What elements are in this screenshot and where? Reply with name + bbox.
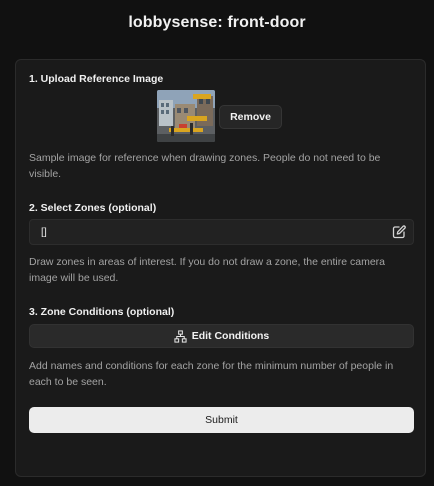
reference-image-thumbnail <box>157 90 215 142</box>
upload-heading: 1. Upload Reference Image <box>29 73 164 85</box>
zones-heading: 2. Select Zones (optional) <box>29 202 157 214</box>
reference-image <box>157 90 215 142</box>
zones-value: [] <box>41 226 47 238</box>
conditions-help-text: Add names and conditions for each zone f… <box>29 360 394 388</box>
edit-conditions-label: Edit Conditions <box>191 330 270 342</box>
app-title: lobbysense: front-door <box>128 14 306 31</box>
conditions-heading: 3. Zone Conditions (optional) <box>29 306 175 318</box>
flow-tree-icon <box>174 329 187 343</box>
pencil-square-icon[interactable] <box>391 224 407 240</box>
edit-conditions-button[interactable]: Edit Conditions <box>29 324 414 348</box>
upload-help-text: Sample image for reference when drawing … <box>29 152 381 180</box>
settings-panel: 1. Upload Reference Image Remove Sample … <box>15 59 426 477</box>
zones-field[interactable]: [] <box>29 219 414 245</box>
zones-help-text: Draw zones in areas of interest. If you … <box>29 256 386 284</box>
submit-button[interactable]: Submit <box>29 407 414 433</box>
remove-image-button[interactable]: Remove <box>219 105 282 129</box>
